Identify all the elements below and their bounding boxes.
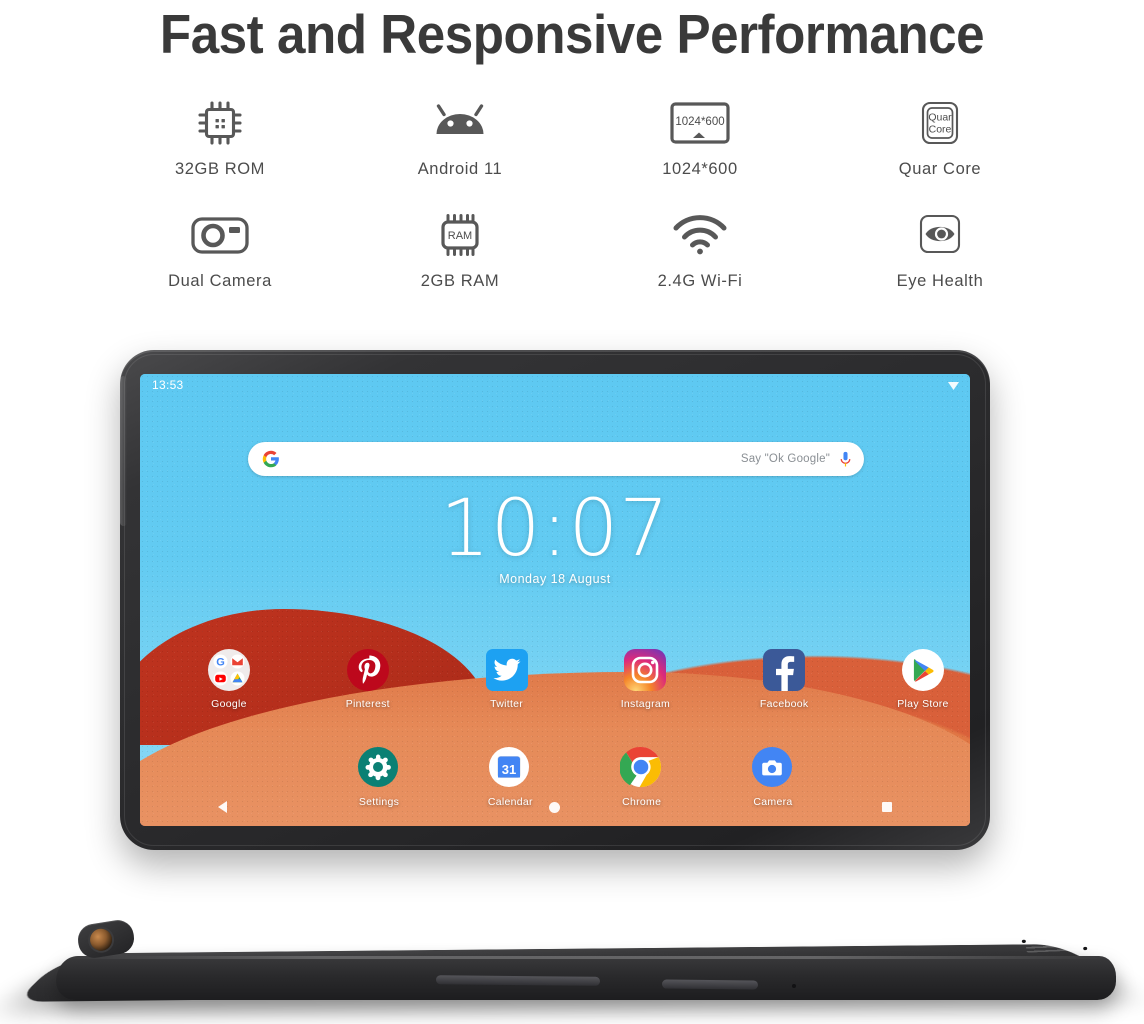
app-label: Instagram xyxy=(620,698,671,710)
app-label: Google xyxy=(211,698,247,710)
back-triangle-icon[interactable] xyxy=(218,801,227,813)
quad-core-icon: Quar Core xyxy=(914,92,966,154)
feature-os: Android 11 xyxy=(340,92,580,204)
feature-label: Android 11 xyxy=(417,160,503,178)
app-pinterest[interactable]: Pinterest xyxy=(325,648,411,710)
clock-widget[interactable]: 10:07 Monday 18 August xyxy=(140,484,970,586)
feature-grid: 32GB ROM Android 11 1024*600 1024*600 Qu… xyxy=(100,92,1060,316)
app-twitter[interactable]: Twitter xyxy=(464,648,550,710)
ram-icon-text: RAM xyxy=(448,230,472,242)
feature-label: 2GB RAM xyxy=(420,272,500,290)
feature-label: Quar Core xyxy=(898,160,982,178)
feature-resolution: 1024*600 1024*600 xyxy=(580,92,820,204)
rear-printed-text xyxy=(883,916,1075,938)
calendar-day-number: 31 xyxy=(502,762,516,777)
recents-square-icon[interactable] xyxy=(882,802,892,812)
facebook-icon xyxy=(762,648,806,692)
clock-date: Monday 18 August xyxy=(499,571,611,586)
feature-label: Dual Camera xyxy=(168,272,272,290)
wifi-status-icon xyxy=(948,381,959,390)
feature-cores: Quar Core Quar Core xyxy=(820,92,1060,204)
resolution-icon-text: 1024*600 xyxy=(675,116,724,128)
speaker-dot xyxy=(1083,946,1088,951)
feature-eye-health: Eye Health xyxy=(820,204,1060,316)
power-button[interactable] xyxy=(661,979,759,990)
instagram-icon xyxy=(623,648,667,692)
play-store-icon xyxy=(901,648,945,692)
twitter-icon xyxy=(485,648,529,692)
app-label: Pinterest xyxy=(345,698,390,710)
tablet-rear-view xyxy=(15,884,1126,1016)
android-robot-icon xyxy=(431,92,489,154)
eye-icon xyxy=(914,204,966,266)
svg-text:G: G xyxy=(216,657,225,669)
google-folder-icon: G xyxy=(207,648,251,692)
pinterest-icon xyxy=(346,648,390,692)
status-bar-icons xyxy=(947,380,960,391)
tablet-screen[interactable]: 13:53 Say "Ok Google" 10:07 Monday 18 Au… xyxy=(140,374,970,826)
app-label: Play Store xyxy=(897,698,949,710)
speaker-dot xyxy=(1021,939,1026,944)
app-facebook[interactable]: Facebook xyxy=(741,648,827,710)
tablet-edge-highlight xyxy=(62,956,1107,959)
home-circle-icon[interactable] xyxy=(549,801,560,813)
product-feature-image: Fast and Responsive Performance 32GB ROM xyxy=(0,0,1144,1024)
core-icon-text-1: Quar xyxy=(928,112,952,124)
status-bar: 13:53 xyxy=(140,374,970,396)
status-bar-clock: 13:53 xyxy=(152,378,184,392)
feature-label: Eye Health xyxy=(896,272,984,290)
feature-wifi: 2.4G Wi-Fi xyxy=(580,204,820,316)
app-google-folder[interactable]: G Google xyxy=(186,648,272,710)
clock-time: 10:07 xyxy=(440,484,670,574)
camera-icon xyxy=(189,204,251,266)
google-search-bar[interactable]: Say "Ok Google" xyxy=(248,442,864,476)
feature-label: 2.4G Wi-Fi xyxy=(657,272,743,290)
feature-ram: RAM 2GB RAM xyxy=(340,204,580,316)
app-label: Twitter xyxy=(490,698,524,710)
page-title: Fast and Responsive Performance xyxy=(159,3,985,65)
rear-camera-lens xyxy=(88,927,114,953)
cpu-chip-icon xyxy=(194,92,246,154)
calendar-icon: 31 xyxy=(488,746,532,790)
home-screen-app-row: G Google Pinterest Twitter Instagram Fac… xyxy=(186,648,966,710)
microphone-hole xyxy=(792,984,796,988)
search-placeholder: Say "Ok Google" xyxy=(740,453,830,465)
feature-rom: 32GB ROM xyxy=(100,92,340,204)
app-label: Facebook xyxy=(759,698,809,710)
camera-app-icon xyxy=(751,746,795,790)
tablet-front-view: 13:53 Say "Ok Google" 10:07 Monday 18 Au… xyxy=(120,350,990,850)
feature-label: 1024*600 xyxy=(662,160,738,178)
settings-gear-icon xyxy=(357,746,401,790)
microphone-icon[interactable] xyxy=(839,451,852,468)
google-g-icon xyxy=(262,450,279,468)
speaker-grille xyxy=(1021,936,1088,953)
app-instagram[interactable]: Instagram xyxy=(602,648,688,710)
feature-label: 32GB ROM xyxy=(174,160,266,178)
brand-logo-emboss xyxy=(509,921,555,941)
volume-button[interactable] xyxy=(435,975,601,986)
chrome-icon xyxy=(619,746,664,790)
wifi-icon xyxy=(671,204,729,266)
ram-chip-icon: RAM xyxy=(432,204,488,266)
app-play-store[interactable]: Play Store xyxy=(880,648,966,710)
navigation-bar xyxy=(140,794,970,820)
feature-camera: Dual Camera xyxy=(100,204,340,316)
core-icon-text-2: Core xyxy=(929,124,952,136)
display-resolution-icon: 1024*600 xyxy=(668,92,732,154)
